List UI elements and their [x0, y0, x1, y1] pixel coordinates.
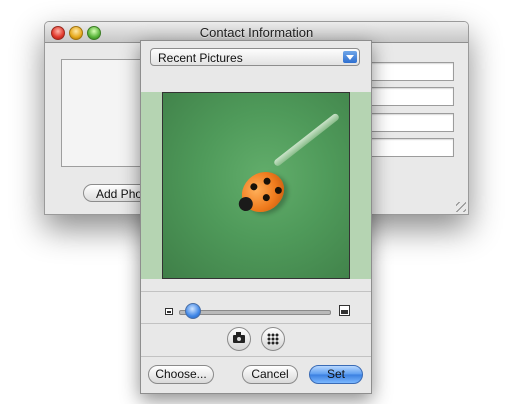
source-popup-label: Recent Pictures	[158, 51, 243, 65]
take-photo-button[interactable]	[227, 327, 251, 351]
effects-button[interactable]	[261, 327, 285, 351]
ladybug-spot	[273, 185, 284, 196]
grid-icon	[267, 333, 279, 345]
divider	[141, 323, 371, 324]
zoom-slider-knob[interactable]	[184, 303, 201, 319]
set-button[interactable]: Set	[309, 365, 363, 384]
camera-icon	[233, 332, 245, 343]
divider	[141, 356, 371, 357]
zoom-slider-track[interactable]	[179, 310, 331, 315]
contact-field-3[interactable]	[358, 113, 454, 132]
cancel-button[interactable]: Cancel	[242, 365, 298, 384]
zoom-slider-row	[141, 299, 371, 319]
ladybug-spot	[261, 192, 272, 203]
contact-field-4[interactable]	[358, 138, 454, 157]
window-title: Contact Information	[199, 25, 314, 40]
contact-field-2[interactable]	[358, 87, 454, 106]
ladybug-head	[236, 194, 256, 214]
image-crop-area[interactable]	[141, 92, 371, 279]
resize-grip-icon[interactable]	[456, 202, 466, 212]
grass-blade	[272, 112, 341, 168]
contact-field-1[interactable]	[358, 62, 454, 81]
ladybug-spot	[262, 176, 272, 187]
ladybug-spot	[248, 181, 259, 192]
crop-frame[interactable]	[162, 92, 350, 279]
zoom-out-image-icon	[165, 308, 173, 315]
ladybug-image	[234, 163, 292, 221]
choose-button[interactable]: Choose...	[148, 365, 214, 384]
photo-image-well[interactable]	[61, 59, 149, 167]
divider	[141, 291, 371, 292]
popup-arrow-icon	[343, 51, 357, 63]
picture-taker-panel: Recent Pictures Choose... Cancel Set	[140, 40, 372, 394]
zoom-in-image-icon	[339, 305, 350, 316]
source-popup-button[interactable]: Recent Pictures	[150, 48, 360, 66]
